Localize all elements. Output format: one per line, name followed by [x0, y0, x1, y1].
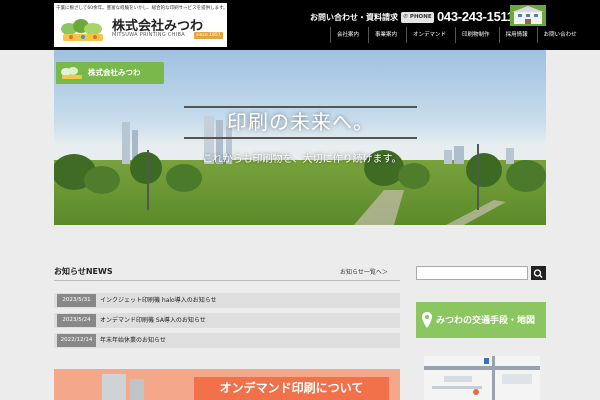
phone-label: PHONE	[409, 14, 432, 20]
site-header: 千葉に根ざして60余年。豊富な経験をいかし、総合的な印刷サービスを提供します。 …	[0, 0, 600, 50]
phone-badge: ✆ PHONE	[401, 12, 434, 23]
company-subtitle: MITSUWA PRINTING CHIBA	[112, 32, 185, 38]
main-nav: 会社案内 事業案内 オンデマンド 印刷物制作 採用情報 お問い合わせ	[330, 27, 586, 45]
news-item[interactable]: 2022/12/14 年末年始休業のお知らせ	[54, 333, 400, 348]
mitsuwa-small-logo-icon	[61, 67, 82, 79]
logo-tagline: 千葉に根ざして60余年。豊富な経験をいかし、総合的な印刷サービスを提供します。	[56, 6, 225, 11]
hero-subtitle: これからも印刷物を、大切に作り続けます。	[202, 154, 402, 165]
nav-item-business[interactable]: 事業案内	[368, 27, 403, 43]
ondemand-banner-label: オンデマンド印刷について	[194, 377, 389, 400]
news-view-all-link[interactable]: お知らせ一覧へ＞	[340, 267, 388, 276]
nav-item-production[interactable]: 印刷物制作	[455, 27, 496, 43]
nav-item-company[interactable]: 会社案内	[330, 27, 365, 43]
hero-banner: 株式会社みつわ 印刷の未来へ。 これからも印刷物を、大切に作り続けます。	[54, 50, 546, 225]
nav-item-recruit[interactable]: 採用情報	[498, 27, 534, 43]
site-logo[interactable]: 千葉に根ざして60余年。豊富な経験をいかし、総合的な印刷サービスを提供します。 …	[54, 3, 227, 47]
access-map-link[interactable]: みつわの交通手段・地図	[416, 302, 546, 338]
phone-number[interactable]: 043-243-1511	[437, 9, 514, 24]
access-map-image[interactable]	[424, 356, 540, 400]
printer-image	[102, 374, 126, 400]
news-text: インクジェット印刷機 halo導入のお知らせ	[100, 297, 217, 304]
map-illustration	[424, 356, 540, 400]
map-pin-icon	[422, 312, 432, 328]
news-text: オンデマンド印刷機 SA導入のお知らせ	[100, 317, 206, 324]
news-item[interactable]: 2023/5/31 インクジェット印刷機 halo導入のお知らせ	[54, 293, 400, 308]
since-badge: since 1957	[194, 32, 223, 39]
hero-logo-text: 株式会社みつわ	[88, 68, 141, 77]
contact-link[interactable]: お問い合わせ・資料請求	[310, 12, 398, 23]
ondemand-banner[interactable]: オンデマンド印刷について	[54, 369, 400, 400]
nav-item-ondemand[interactable]: オンデマンド	[406, 27, 452, 43]
printer-image-2	[130, 379, 144, 400]
hero-title-rule-bottom	[184, 137, 417, 139]
office-building-icon	[510, 5, 546, 26]
search-button[interactable]	[531, 266, 546, 280]
news-item[interactable]: 2023/5/24 オンデマンド印刷機 SA導入のお知らせ	[54, 313, 400, 328]
access-map-label: みつわの交通手段・地図	[436, 316, 536, 326]
search-input[interactable]	[416, 266, 528, 280]
news-date: 2023/5/31	[57, 294, 96, 307]
hero-title: 印刷の未来へ。	[227, 110, 374, 134]
news-text: 年末年始休業のお知らせ	[100, 337, 166, 344]
search-icon	[533, 269, 543, 278]
news-date: 2022/12/14	[57, 334, 96, 347]
mitsuwa-logo-mark-icon	[61, 19, 103, 41]
nav-item-contact[interactable]: お問い合わせ	[536, 27, 583, 43]
news-date: 2023/5/24	[57, 314, 96, 327]
hero-logo-badge: 株式会社みつわ	[56, 62, 164, 84]
news-divider	[54, 280, 400, 281]
hero-title-rule-top	[184, 106, 417, 108]
news-heading: お知らせNEWS	[54, 267, 113, 276]
